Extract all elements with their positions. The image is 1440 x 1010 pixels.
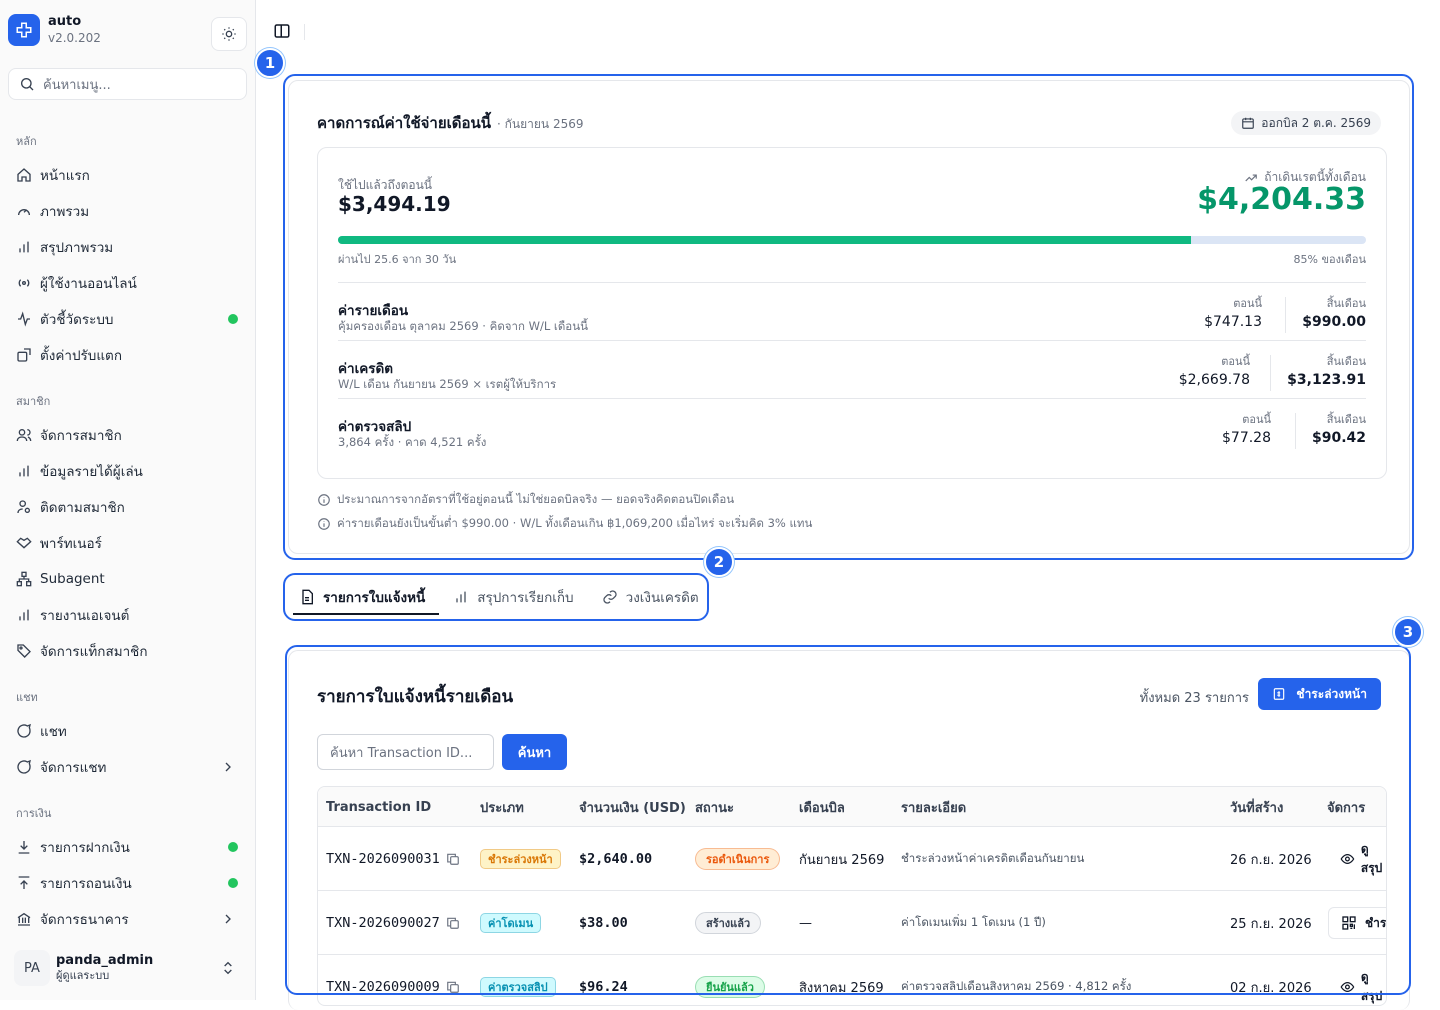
status-dot [228, 878, 238, 888]
nav-label: ภาพรวม [40, 204, 90, 220]
nav-label: พาร์ทเนอร์ [40, 536, 102, 552]
nav-label: หน้าแรก [40, 168, 90, 184]
sun-icon [222, 27, 236, 41]
chevron-right-icon [225, 762, 231, 772]
users-icon [16, 427, 32, 443]
download-icon [16, 839, 32, 855]
annotation-highlight-2 [283, 573, 709, 621]
annotation-highlight-3 [285, 645, 1411, 995]
user-name: panda_admin [56, 953, 154, 968]
user-role: ผู้ดูแลระบบ [56, 969, 110, 982]
nav-label: จัดการธนาคาร [40, 912, 129, 928]
bar-chart-icon [16, 607, 32, 623]
nav-label: ตัวชี้วัดระบบ [40, 312, 114, 328]
nav-item-track-members[interactable]: ติดตามสมาชิก [16, 495, 240, 519]
chevrons-up-down-icon [224, 961, 232, 975]
nav-item-player-income[interactable]: ข้อมูลรายได้ผู้เล่น [16, 459, 240, 483]
theme-toggle-button[interactable] [211, 17, 247, 51]
activity-icon [16, 311, 32, 327]
bank-icon [16, 911, 32, 927]
chat-icon [16, 723, 32, 739]
annotation-badge-3: 3 [1393, 617, 1423, 647]
app-version: v2.0.202 [48, 31, 101, 45]
panel-left-icon [274, 24, 290, 38]
group-label-main: หลัก [16, 135, 37, 148]
menu-search-input[interactable]: ค้นหาเมนู... [8, 68, 247, 100]
status-dot [228, 842, 238, 852]
brand[interactable]: auto v2.0.202 [8, 14, 101, 46]
gauge-icon [16, 203, 32, 219]
nav-label: จัดการแชท [40, 760, 107, 776]
nav-item-banks[interactable]: จัดการธนาคาร [16, 907, 240, 931]
nav-label: ติดตามสมาชิก [40, 500, 125, 516]
user-menu[interactable]: PA panda_admin ผู้ดูแลระบบ [14, 948, 242, 988]
nav-item-summary[interactable]: สรุปภาพรวม [16, 235, 240, 259]
app-name: auto [48, 14, 82, 29]
nav-item-agent-report[interactable]: รายงานเอเจนต์ [16, 603, 240, 627]
nav-item-system-metrics[interactable]: ตัวชี้วัดระบบ [16, 307, 240, 331]
nav-item-overview[interactable]: ภาพรวม [16, 199, 240, 223]
sidebar-toggle-button[interactable] [273, 22, 291, 44]
nav-item-chat[interactable]: แชท [16, 719, 240, 743]
chat-icon [16, 759, 32, 775]
group-label-chat: แชท [16, 691, 38, 704]
main-content: คาดการณ์ค่าใช้จ่ายเดือนนี้ · กันยายน 2569… [255, 0, 1440, 1010]
settings-box-icon [16, 347, 32, 363]
group-label-members: สมาชิก [16, 395, 51, 408]
nav-item-partner[interactable]: พาร์ทเนอร์ [16, 531, 240, 555]
chevron-right-icon [225, 914, 231, 924]
divider [304, 24, 305, 40]
nav-label: จัดการสมาชิก [40, 428, 122, 444]
nav-label: รายการถอนเงิน [40, 876, 132, 892]
brand-logo-icon [8, 14, 40, 46]
bar-chart-icon [16, 239, 32, 255]
nav-label: ข้อมูลรายได้ผู้เล่น [40, 464, 143, 480]
group-label-finance: การเงิน [16, 807, 52, 820]
search-icon [21, 78, 34, 91]
nav-item-home[interactable]: หน้าแรก [16, 163, 240, 187]
nav-item-manage-members[interactable]: จัดการสมาชิก [16, 423, 240, 447]
home-icon [16, 167, 32, 183]
nav-label: รายงานเอเจนต์ [40, 608, 130, 624]
status-dot [228, 314, 238, 324]
tag-icon [16, 643, 32, 659]
upload-icon [16, 875, 32, 891]
nav-label: รายการฝากเงิน [40, 840, 130, 856]
nav-label: Subagent [40, 571, 105, 587]
network-icon [16, 571, 32, 587]
sidebar: auto v2.0.202 ค้นหาเมนู... หลัก หน้าแรก … [0, 0, 256, 1000]
nav-item-online-users[interactable]: ผู้ใช้งานออนไลน์ [16, 271, 240, 295]
nav-label: แชท [40, 724, 67, 740]
annotation-highlight-1 [283, 74, 1414, 560]
nav-item-manage-chat[interactable]: จัดการแชท [16, 755, 240, 779]
menu-search-placeholder: ค้นหาเมนู... [43, 77, 111, 93]
nav-item-member-tags[interactable]: จัดการแท็กสมาชิก [16, 639, 240, 663]
nav-label: ตั้งค่าปรับแตก [40, 348, 123, 364]
nav-label: สรุปภาพรวม [40, 240, 114, 256]
nav-item-withdrawals[interactable]: รายการถอนเงิน [16, 871, 240, 895]
annotation-badge-1: 1 [255, 48, 285, 78]
nav-item-subagent[interactable]: Subagent [16, 567, 240, 591]
radio-icon [16, 275, 32, 291]
handshake-icon [16, 535, 32, 551]
nav-label: จัดการแท็กสมาชิก [40, 644, 148, 660]
nav-item-settings[interactable]: ตั้งค่าปรับแตก [16, 343, 240, 367]
user-search-icon [16, 499, 32, 515]
avatar: PA [14, 950, 50, 986]
nav-item-deposits[interactable]: รายการฝากเงิน [16, 835, 240, 859]
nav-label: ผู้ใช้งานออนไลน์ [40, 276, 137, 292]
bar-chart-icon [16, 463, 32, 479]
annotation-badge-2: 2 [704, 547, 734, 577]
